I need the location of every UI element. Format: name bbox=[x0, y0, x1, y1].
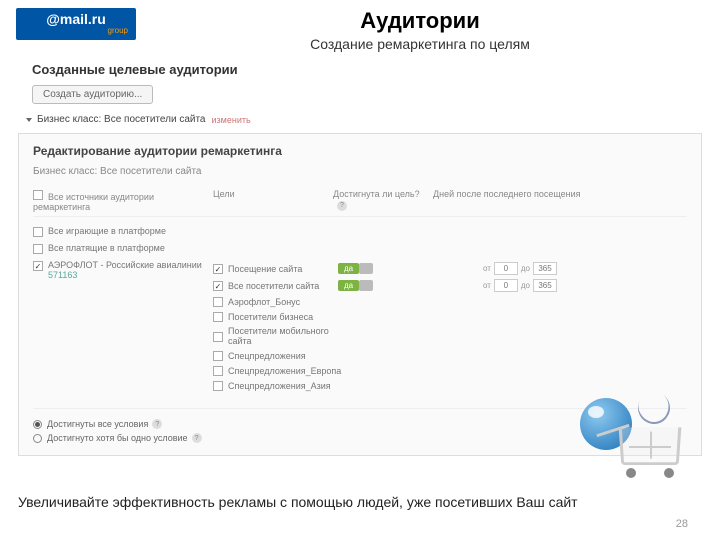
goal-checkbox[interactable] bbox=[213, 366, 223, 376]
from-label: от bbox=[483, 281, 491, 290]
page-number: 28 bbox=[676, 518, 688, 530]
section-title: Созданные целевые аудитории bbox=[0, 54, 720, 83]
from-input[interactable]: 0 bbox=[494, 262, 518, 275]
col-days: Дней после последнего посещения bbox=[433, 189, 687, 212]
goal-label: Спецпредложения_Азия bbox=[228, 381, 338, 391]
decorative-illustration bbox=[580, 390, 680, 480]
help-icon[interactable]: ? bbox=[337, 201, 347, 211]
source-row: Все играющие в платформе bbox=[33, 223, 687, 240]
create-audience-button[interactable]: Создать аудиторию... bbox=[32, 85, 153, 104]
source-row-aeroflot: АЭРОФЛОТ - Российские авиалинии 571163 П… bbox=[33, 257, 687, 396]
radio-checked[interactable] bbox=[33, 420, 42, 429]
help-icon[interactable]: ? bbox=[192, 433, 202, 443]
row-label: АЭРОФЛОТ - Российские авиалинии bbox=[48, 260, 202, 270]
goal-checkbox[interactable] bbox=[213, 312, 223, 322]
help-icon[interactable]: ? bbox=[152, 419, 162, 429]
panel-title: Редактирование аудитории ремаркетинга bbox=[33, 144, 687, 158]
col-achieved: Достигнута ли цель? bbox=[333, 189, 420, 199]
row-label: Все платящие в платформе bbox=[48, 243, 213, 253]
to-label: до bbox=[521, 264, 530, 273]
goal-label: Посетители мобильного сайта bbox=[228, 326, 338, 346]
goal-label: Спецпредложения_Европа bbox=[228, 366, 338, 376]
to-label: до bbox=[521, 281, 530, 290]
goal-checkbox[interactable] bbox=[213, 264, 223, 274]
caret-down-icon bbox=[26, 118, 32, 122]
col-goals: Цели bbox=[213, 189, 333, 212]
logo-subtext: group bbox=[108, 27, 128, 36]
column-headers: Все источники аудитории ремаркетинга Цел… bbox=[33, 189, 687, 217]
audience-item[interactable]: Бизнес класс: Все посетители сайта измен… bbox=[0, 112, 720, 127]
row-label: Все играющие в платформе bbox=[48, 226, 213, 236]
checkbox-all[interactable] bbox=[33, 190, 43, 200]
cart-wheel-icon bbox=[626, 468, 636, 478]
to-input[interactable]: 365 bbox=[533, 262, 557, 275]
goal-label: Аэрофлот_Бонус bbox=[228, 297, 338, 307]
col-sources: Все источники аудитории ремаркетинга bbox=[33, 192, 154, 212]
condition-label: Достигнуты все условия bbox=[47, 419, 148, 429]
cable-icon bbox=[632, 386, 676, 430]
goal-badge[interactable]: да bbox=[338, 263, 359, 274]
page-subtitle: Создание ремаркетинга по целям bbox=[136, 36, 704, 52]
from-input[interactable]: 0 bbox=[494, 279, 518, 292]
from-label: от bbox=[483, 264, 491, 273]
goal-badge-toggle[interactable] bbox=[359, 280, 373, 291]
goal-label: Все посетители сайта bbox=[228, 281, 338, 291]
page-title: Аудитории bbox=[136, 8, 704, 34]
goal-label: Посещение сайта bbox=[228, 264, 338, 274]
source-row: Все платящие в платформе bbox=[33, 240, 687, 257]
goal-badge[interactable]: да bbox=[338, 280, 359, 291]
condition-label: Достигнуто хотя бы одно условие bbox=[47, 433, 188, 443]
checkbox[interactable] bbox=[33, 227, 43, 237]
cart-icon bbox=[619, 427, 682, 465]
goal-checkbox[interactable] bbox=[213, 332, 223, 342]
radio[interactable] bbox=[33, 434, 42, 443]
checkbox[interactable] bbox=[33, 244, 43, 254]
footer-text: Увеличивайте эффективность рекламы с пом… bbox=[18, 494, 702, 510]
goal-label: Спецпредложения bbox=[228, 351, 338, 361]
brand-logo: @mail.ru group bbox=[16, 8, 136, 40]
logo-text: @mail.ru bbox=[46, 12, 106, 27]
goal-checkbox[interactable] bbox=[213, 297, 223, 307]
goal-badge-toggle[interactable] bbox=[359, 263, 373, 274]
row-id: 571163 bbox=[48, 270, 77, 280]
to-input[interactable]: 365 bbox=[533, 279, 557, 292]
panel-subtitle: Бизнес класс: Все посетители сайта bbox=[33, 166, 687, 177]
checkbox-checked[interactable] bbox=[33, 261, 43, 271]
goal-checkbox[interactable] bbox=[213, 381, 223, 391]
goal-checkbox[interactable] bbox=[213, 351, 223, 361]
audience-edit-link[interactable]: изменить bbox=[212, 115, 251, 125]
audience-name: Бизнес класс: Все посетители сайта bbox=[37, 114, 206, 125]
goal-checkbox[interactable] bbox=[213, 281, 223, 291]
goal-label: Посетители бизнеса bbox=[228, 312, 338, 322]
cart-wheel-icon bbox=[664, 468, 674, 478]
